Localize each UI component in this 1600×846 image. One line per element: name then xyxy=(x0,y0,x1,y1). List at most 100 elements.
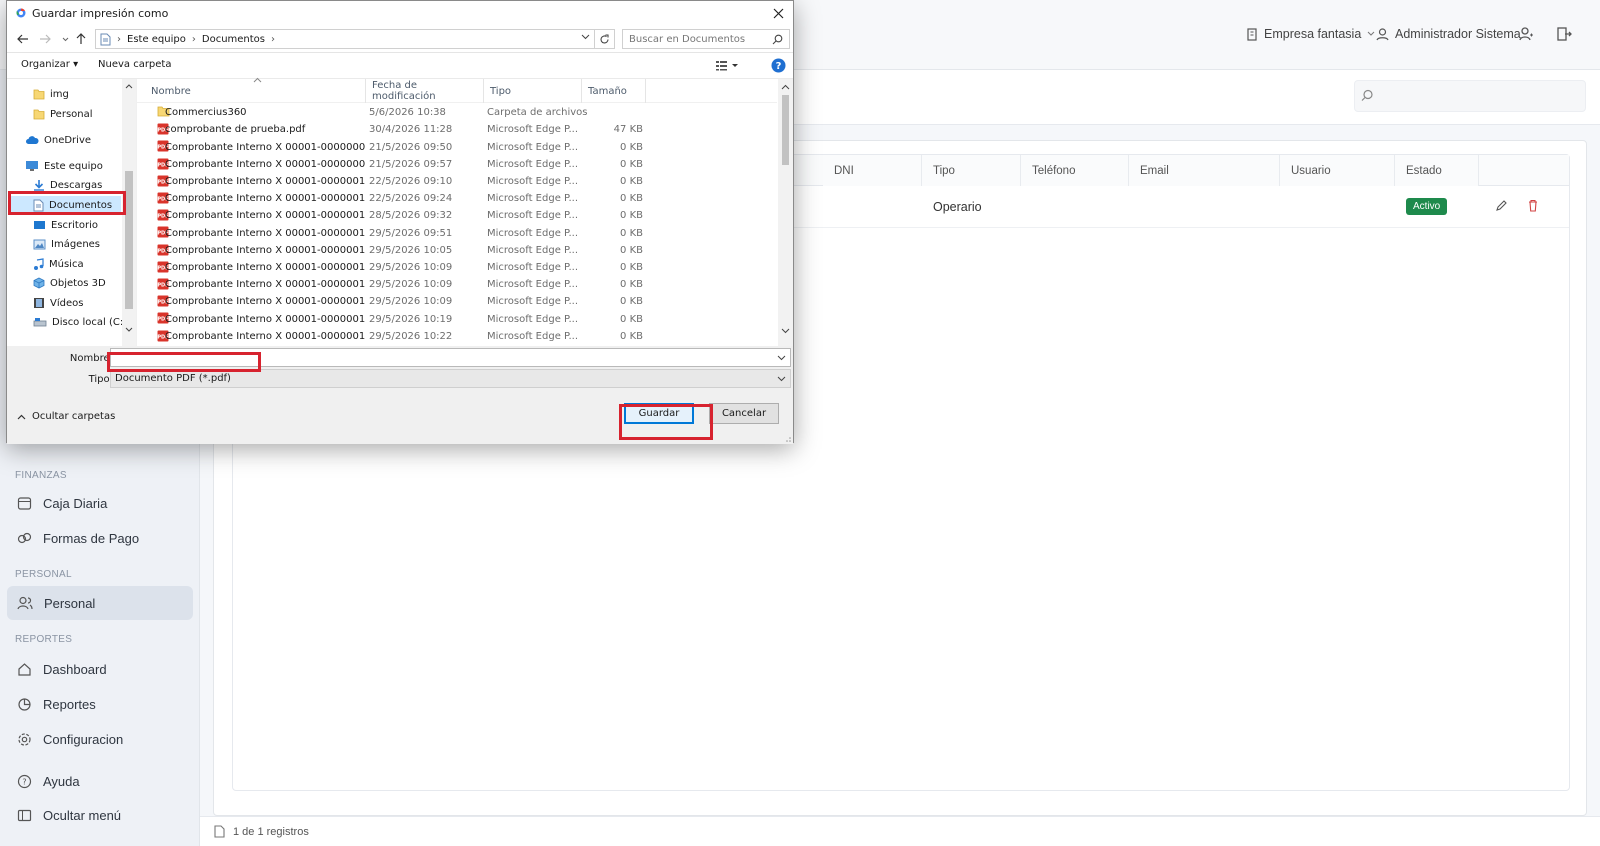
view-options-button[interactable] xyxy=(715,59,739,71)
file-row[interactable]: PDF Comprobante Interno X 00001-00000019.… xyxy=(137,328,777,346)
arrow-right-icon xyxy=(39,34,51,44)
col-tipo[interactable]: Tipo xyxy=(922,155,1021,186)
file-row[interactable]: Commercius360 5/6/2026 10:38 Carpeta de ar… xyxy=(137,104,777,122)
file-row[interactable]: PDF Comprobante Interno X 00001-00000011.… xyxy=(137,190,777,208)
file-date: 22/5/2026 09:24 xyxy=(369,193,453,205)
back-button[interactable] xyxy=(15,31,31,47)
sidebar-item-dashboard[interactable]: Dashboard xyxy=(7,652,193,686)
file-size: 47 KB xyxy=(613,124,643,136)
nav-item-label: Vídeos xyxy=(50,297,84,309)
nav-item-vídeos[interactable]: Vídeos xyxy=(7,294,122,312)
resize-grip-icon[interactable] xyxy=(783,434,791,442)
nav-item-objetos-3d[interactable]: Objetos 3D xyxy=(7,274,122,292)
sidebar-item-label: Personal xyxy=(44,595,96,611)
sidebar-item-reportes[interactable]: Reportes xyxy=(7,687,193,721)
sidebar-item-label: Ocultar menú xyxy=(43,807,122,823)
breadcrumb-este-equipo[interactable]: Este equipo xyxy=(127,34,186,45)
forward-button[interactable] xyxy=(37,31,53,47)
file-type: Microsoft Edge P... xyxy=(487,141,579,153)
sidebar-item-personal[interactable]: Personal xyxy=(7,586,193,620)
logout-button[interactable] xyxy=(1552,22,1576,46)
nav-item-este-equipo[interactable]: Este equipo xyxy=(7,157,122,175)
highlight-save-button xyxy=(619,404,713,440)
nav-item-label: Objetos 3D xyxy=(50,277,106,289)
nav-item-disco-local-c[interactable]: Disco local (C:) xyxy=(7,313,127,331)
help-icon[interactable]: ? xyxy=(771,58,786,73)
file-name: Comprobante Interno X 00001-00000009.... xyxy=(165,158,365,170)
list-search-input[interactable] xyxy=(1354,80,1586,112)
file-row[interactable]: PDF Comprobante Interno X 00001-00000018.… xyxy=(137,310,777,328)
sidebar-item-label: Reportes xyxy=(43,696,96,712)
file-scrollbar[interactable] xyxy=(778,79,793,346)
sidebar-item-ayuda[interactable]: ? Ayuda xyxy=(7,764,193,798)
file-size: 0 KB xyxy=(620,193,643,205)
filename-label: Nombre: xyxy=(69,353,113,364)
sidebar-item-formas-de-pago[interactable]: Formas de Pago xyxy=(7,521,193,555)
file-name: Comprobante Interno X 00001-00000019.... xyxy=(165,330,365,342)
cancel-button[interactable]: Cancelar xyxy=(709,403,779,424)
hide-menu-button[interactable]: Ocultar menú xyxy=(7,798,193,832)
breadcrumb-documentos[interactable]: Documentos xyxy=(202,34,265,45)
user-name: Administrador Sistema xyxy=(1395,27,1521,41)
dialog-titlebar[interactable]: Guardar impresión como xyxy=(7,1,793,25)
file-name: Comprobante Interno X 00001-00000015.... xyxy=(165,262,365,274)
arrow-left-icon xyxy=(17,34,29,44)
switch-user-button[interactable] xyxy=(1514,22,1538,46)
download-icon xyxy=(33,179,45,191)
nav-item-personal[interactable]: Personal xyxy=(7,105,122,123)
cloud-icon xyxy=(25,135,39,145)
file-row[interactable]: PDF Comprobante Interno X 00001-00000009.… xyxy=(137,156,777,174)
nav-item-escritorio[interactable]: Escritorio xyxy=(7,216,122,234)
nav-item-música[interactable]: Música xyxy=(7,255,122,273)
chevron-down-icon[interactable] xyxy=(777,355,786,361)
col-telefono[interactable]: Teléfono xyxy=(1021,155,1129,186)
file-row[interactable]: PDF comprobante de prueba.pdf 30/4/2026 11… xyxy=(137,121,777,139)
dialog-title: Guardar impresión como xyxy=(32,6,169,20)
dialog-search-input[interactable]: Buscar en Documentos xyxy=(622,29,790,49)
sidebar-item-label: Dashboard xyxy=(43,661,107,677)
nav-item-onedrive[interactable]: OneDrive xyxy=(7,131,122,149)
file-name: Comprobante Interno X 00001-00000016.... xyxy=(165,279,365,291)
sidebar-item-caja-diaria[interactable]: Caja Diaria xyxy=(7,486,193,520)
file-row[interactable]: PDF Comprobante Interno X 00001-00000010.… xyxy=(137,173,777,191)
file-row[interactable]: PDF Comprobante Interno X 00001-00000012.… xyxy=(137,207,777,225)
refresh-icon xyxy=(599,33,610,45)
video-icon xyxy=(33,297,45,309)
breadcrumb-separator: › xyxy=(191,33,196,45)
col-usuario[interactable]: Usuario xyxy=(1280,155,1395,186)
file-date: 21/5/2026 09:50 xyxy=(369,141,453,153)
file-row[interactable]: PDF Comprobante Interno X 00001-00000015.… xyxy=(137,259,777,277)
edit-icon[interactable] xyxy=(1495,200,1507,212)
close-button[interactable] xyxy=(769,4,787,22)
command-bar: Organizar ▾ Nueva carpeta ? xyxy=(7,53,793,79)
col-estado[interactable]: Estado xyxy=(1395,155,1479,186)
sidebar-item-label: Ayuda xyxy=(43,773,80,789)
nav-item-img[interactable]: img xyxy=(7,85,122,103)
company-selector[interactable]: Empresa fantasia xyxy=(1246,24,1375,44)
hide-folders-button[interactable]: Ocultar carpetas xyxy=(17,411,115,422)
file-name: Comprobante Interno X 00001-00000014.... xyxy=(165,244,365,256)
file-size: 0 KB xyxy=(620,210,643,222)
search-icon xyxy=(1361,89,1374,102)
file-row[interactable]: PDF Comprobante Interno X 00001-00000008.… xyxy=(137,138,777,156)
user-menu[interactable]: Administrador Sistema xyxy=(1376,24,1521,44)
nav-item-imágenes[interactable]: Imágenes xyxy=(7,235,122,253)
organize-button[interactable]: Organizar ▾ xyxy=(21,59,78,70)
delete-icon[interactable] xyxy=(1527,199,1539,212)
sidebar-item-configuracion[interactable]: Configuracion xyxy=(7,722,193,756)
address-dropdown-icon[interactable] xyxy=(581,34,590,40)
col-email[interactable]: Email xyxy=(1129,155,1280,186)
up-button[interactable] xyxy=(73,31,89,47)
address-bar[interactable]: › Este equipo › Documentos › xyxy=(95,29,595,49)
refresh-button[interactable] xyxy=(595,29,615,49)
file-row[interactable]: PDF Comprobante Interno X 00001-00000016.… xyxy=(137,276,777,294)
recent-locations-button[interactable] xyxy=(57,31,73,47)
desktop-icon xyxy=(33,220,46,231)
user-icon xyxy=(1376,27,1389,41)
file-name: Comprobante Interno X 00001-00000017.... xyxy=(165,296,365,308)
col-dni[interactable]: DNI xyxy=(823,155,922,186)
file-row[interactable]: PDF Comprobante Interno X 00001-00000017.… xyxy=(137,293,777,311)
new-folder-button[interactable]: Nueva carpeta xyxy=(98,59,171,70)
file-row[interactable]: PDF Comprobante Interno X 00001-00000014.… xyxy=(137,242,777,260)
file-row[interactable]: PDF Comprobante Interno X 00001-00000013.… xyxy=(137,224,777,242)
